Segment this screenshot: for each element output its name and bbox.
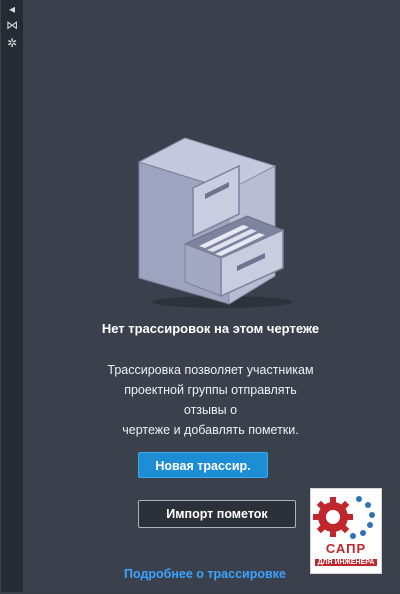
file-cabinet-illustration	[137, 137, 292, 308]
import-markup-button[interactable]: Импорт пометок	[138, 500, 296, 528]
learn-more-link[interactable]: Подробнее о трассировке	[124, 567, 286, 581]
new-trace-button[interactable]: Новая трассир.	[138, 452, 268, 478]
empty-state-title: Нет трассировок на этом чертеже	[101, 321, 320, 336]
description-line: проектной группы отправлять отзывы о	[124, 383, 297, 417]
gear-logo-icon	[313, 496, 375, 539]
watermark-subtitle: ДЛЯ ИНЖЕНЕРА	[315, 559, 377, 566]
empty-state-description: Трассировка позволяет участникам проектн…	[103, 360, 318, 440]
sapr-watermark-logo: САПР ДЛЯ ИНЖЕНЕРА	[310, 488, 382, 574]
pin-icon[interactable]: ◂	[5, 2, 19, 16]
description-line: чертеже и добавлять пометки.	[122, 423, 299, 437]
description-line: Трассировка позволяет участникам	[107, 363, 314, 377]
settings-icon[interactable]: ✲	[5, 36, 19, 50]
palette-side-strip: ◂ ⋈ ✲	[1, 0, 23, 592]
collapse-icon[interactable]: ⋈	[5, 18, 19, 32]
watermark-title: САПР	[325, 541, 367, 556]
